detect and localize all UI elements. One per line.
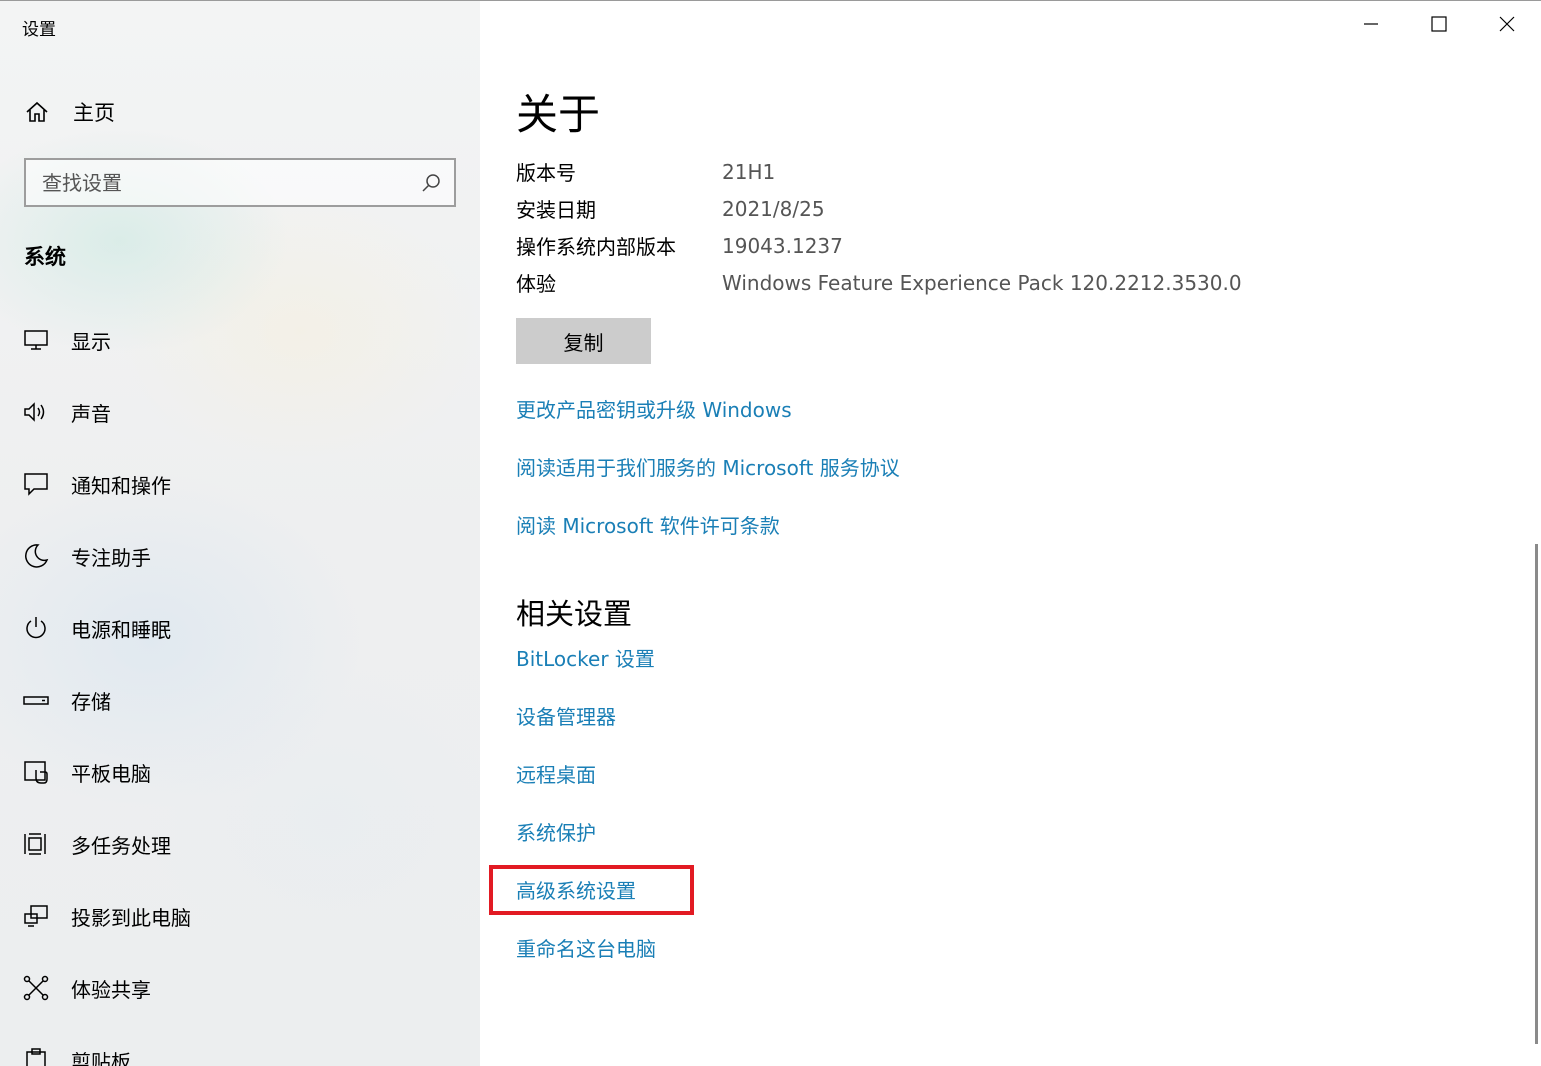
projection-icon: [22, 902, 50, 930]
spec-value: 21H1: [722, 159, 776, 184]
settings-window: 设置 主页 系统: [0, 0, 1541, 1066]
sidebar-item-label: 剪贴板: [71, 1049, 131, 1066]
close-icon: [1498, 15, 1516, 37]
sidebar-item-clipboard[interactable]: 剪贴板: [22, 1024, 462, 1066]
sidebar-item-display[interactable]: 显示: [22, 304, 462, 376]
sidebar-section-title: 系统: [24, 245, 66, 269]
scrollbar[interactable]: [1535, 544, 1538, 1044]
sidebar-item-label: 多任务处理: [71, 833, 171, 858]
sidebar-item-multitasking[interactable]: 多任务处理: [22, 808, 462, 880]
system-protection-link[interactable]: 系统保护: [516, 817, 596, 846]
minimize-button[interactable]: [1337, 1, 1405, 51]
rename-pc-link[interactable]: 重命名这台电脑: [516, 933, 656, 962]
sidebar-item-label: 专注助手: [71, 545, 151, 570]
multitasking-icon: [22, 830, 50, 858]
sidebar-item-label: 电源和睡眠: [71, 617, 171, 642]
home-nav-item[interactable]: 主页: [24, 97, 115, 127]
close-button[interactable]: [1473, 1, 1541, 51]
spec-key: 安装日期: [516, 198, 596, 222]
clipboard-icon: [22, 1046, 50, 1066]
change-product-key-link[interactable]: 更改产品密钥或升级 Windows: [516, 394, 792, 423]
services-agreement-link[interactable]: 阅读适用于我们服务的 Microsoft 服务协议: [516, 452, 900, 481]
shared-experiences-icon: [22, 974, 50, 1002]
spec-value: 19043.1237: [722, 233, 843, 258]
moon-icon: [22, 542, 50, 570]
power-icon: [22, 614, 50, 642]
app-title: 设置: [22, 20, 56, 40]
storage-icon: [22, 686, 50, 714]
home-icon: [24, 99, 50, 125]
advanced-system-settings-link[interactable]: 高级系统设置: [516, 875, 636, 904]
notification-icon: [22, 470, 50, 498]
spec-key: 体验: [516, 272, 556, 296]
sidebar-item-power[interactable]: 电源和睡眠: [22, 592, 462, 664]
sidebar-item-storage[interactable]: 存储: [22, 664, 462, 736]
copy-button[interactable]: 复制: [516, 318, 651, 364]
spec-key: 操作系统内部版本: [516, 235, 676, 259]
spec-value: Windows Feature Experience Pack 120.2212…: [722, 270, 1242, 295]
sidebar-nav: 显示 声音 通知和操作 专注助手 电源和睡眠 存储 平板电脑 多任务处理 投影到…: [22, 304, 462, 1066]
related-settings-title: 相关设置: [516, 597, 633, 631]
sidebar-item-label: 投影到此电脑: [71, 905, 191, 930]
sidebar-item-label: 平板电脑: [71, 761, 151, 786]
sidebar-item-sound[interactable]: 声音: [22, 376, 462, 448]
page-title: 关于: [516, 90, 601, 139]
sidebar: 设置 主页 系统: [0, 1, 480, 1066]
display-icon: [22, 326, 50, 354]
sidebar-item-focus-assist[interactable]: 专注助手: [22, 520, 462, 592]
speaker-icon: [22, 398, 50, 426]
tablet-icon: [22, 758, 50, 786]
bitlocker-settings-link[interactable]: BitLocker 设置: [516, 643, 655, 672]
maximize-icon: [1430, 15, 1448, 37]
sidebar-item-label: 通知和操作: [71, 473, 171, 498]
remote-desktop-link[interactable]: 远程桌面: [516, 759, 596, 788]
sidebar-item-tablet[interactable]: 平板电脑: [22, 736, 462, 808]
device-manager-link[interactable]: 设备管理器: [516, 701, 616, 730]
search-box[interactable]: [24, 158, 456, 207]
sidebar-item-label: 声音: [71, 401, 111, 426]
search-icon[interactable]: [420, 172, 442, 194]
spec-row-experience: 体验 Windows Feature Experience Pack 120.2…: [516, 264, 1242, 301]
caption-buttons: [1337, 1, 1541, 51]
license-terms-link[interactable]: 阅读 Microsoft 软件许可条款: [516, 510, 780, 539]
spec-row-version: 版本号 21H1: [516, 153, 1242, 190]
sidebar-item-label: 体验共享: [71, 977, 151, 1002]
maximize-button[interactable]: [1405, 1, 1473, 51]
sidebar-item-label: 存储: [71, 689, 111, 714]
spec-value: 2021/8/25: [722, 196, 825, 221]
spec-row-os-build: 操作系统内部版本 19043.1237: [516, 227, 1242, 264]
sidebar-item-label: 显示: [71, 329, 111, 354]
home-label: 主页: [73, 101, 115, 125]
sidebar-item-shared-experiences[interactable]: 体验共享: [22, 952, 462, 1024]
main-content: 关于 版本号 21H1 安装日期 2021/8/25 操作系统内部版本 1904…: [480, 1, 1541, 1066]
minimize-icon: [1362, 15, 1380, 37]
search-input[interactable]: [42, 170, 420, 195]
sidebar-item-notifications[interactable]: 通知和操作: [22, 448, 462, 520]
windows-spec-list: 版本号 21H1 安装日期 2021/8/25 操作系统内部版本 19043.1…: [516, 153, 1242, 301]
spec-key: 版本号: [516, 161, 576, 185]
spec-row-install-date: 安装日期 2021/8/25: [516, 190, 1242, 227]
sidebar-item-projection[interactable]: 投影到此电脑: [22, 880, 462, 952]
